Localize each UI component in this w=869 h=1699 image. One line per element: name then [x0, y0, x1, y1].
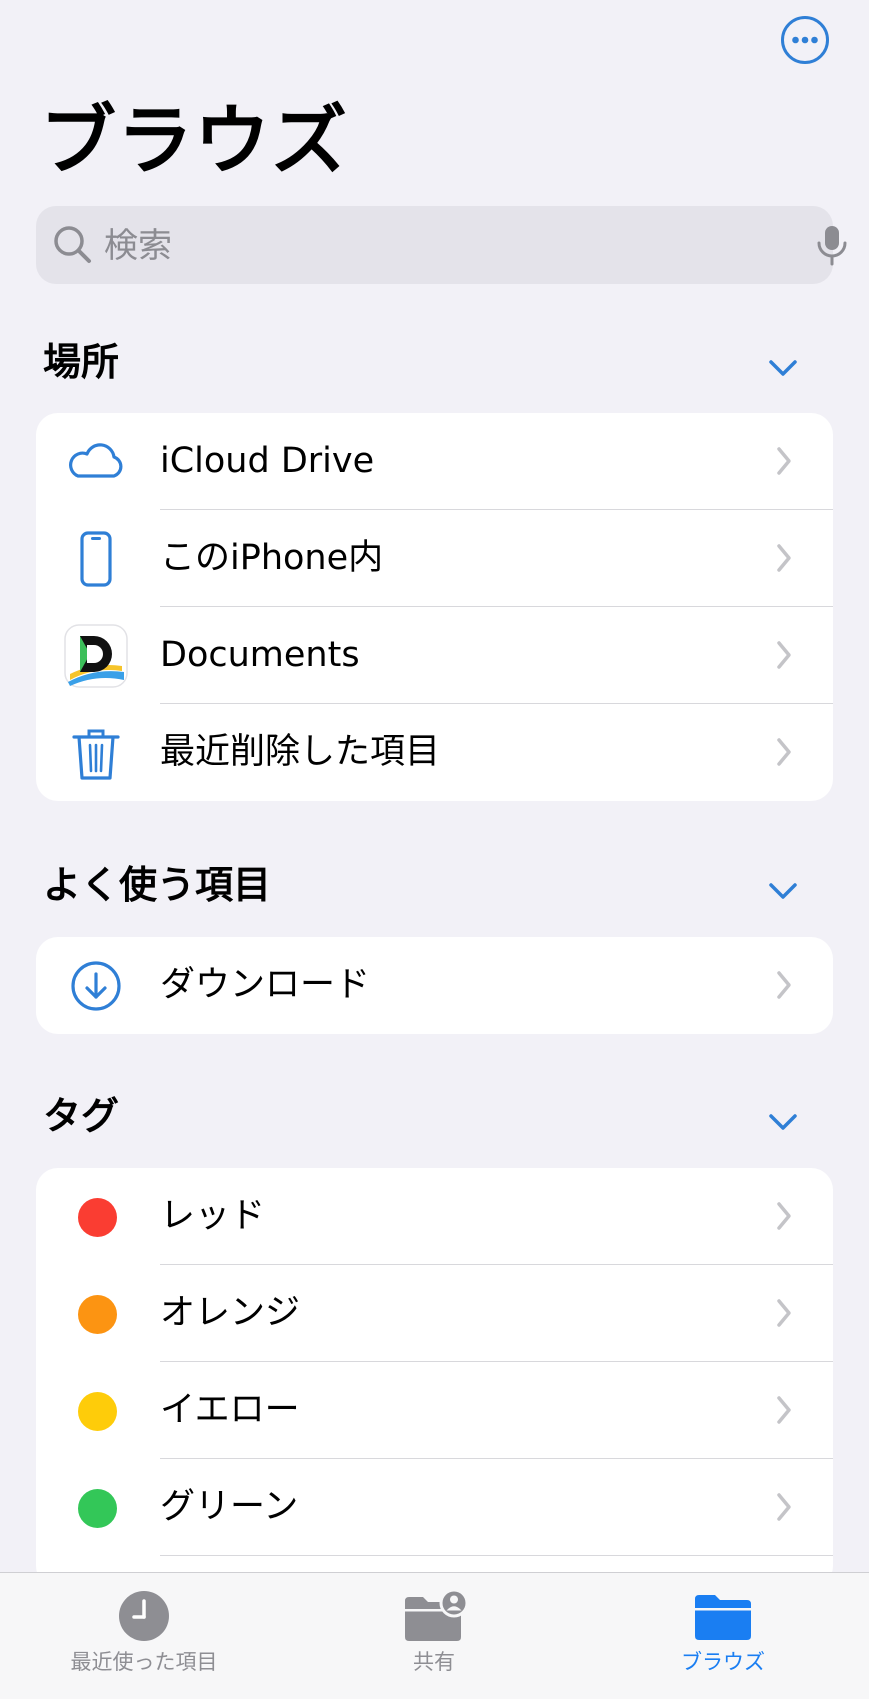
chevron-right-icon	[777, 1493, 791, 1521]
locations-collapse-chevron-down-icon[interactable]	[765, 354, 801, 382]
chevron-right-icon	[777, 447, 791, 475]
favorite-label: ダウンロード	[160, 965, 371, 1005]
page-title: ブラウズ	[40, 96, 348, 185]
location-item-on-my-iphone[interactable]: このiPhone内	[36, 510, 833, 607]
row-separator	[160, 1554, 833, 1556]
green-tag-dot-icon	[78, 1489, 117, 1528]
cloud-icon	[69, 443, 123, 478]
search-placeholder: 検索	[104, 226, 172, 266]
search-field[interactable]: 検索	[36, 206, 847, 284]
tab-recents[interactable]: 最近使った項目	[44, 1589, 244, 1689]
tag-label: オレンジ	[160, 1293, 301, 1333]
red-tag-dot-icon	[78, 1198, 117, 1237]
tag-item-orange[interactable]: オレンジ	[36, 1265, 833, 1362]
tag-label: グリーン	[160, 1487, 299, 1527]
microphone-icon[interactable]	[812, 224, 852, 268]
favorites-list: ダウンロード	[36, 937, 833, 1034]
favorites-section-title: よく使う項目	[43, 863, 272, 907]
chevron-right-icon	[777, 1299, 791, 1327]
location-label: Documents	[160, 635, 360, 675]
download-circle-icon	[71, 961, 121, 1011]
chevron-right-icon	[777, 641, 791, 669]
chevron-right-icon	[777, 738, 791, 766]
locations-section-title: 場所	[43, 340, 120, 384]
chevron-right-icon	[777, 1202, 791, 1230]
location-label: 最近削除した項目	[160, 732, 441, 772]
tag-item-yellow[interactable]: イエロー	[36, 1362, 833, 1459]
search-icon	[54, 226, 91, 263]
clock-icon	[119, 1591, 169, 1641]
tags-collapse-chevron-down-icon[interactable]	[765, 1108, 801, 1136]
location-item-icloud-drive[interactable]: iCloud Drive	[36, 413, 833, 510]
tab-shared[interactable]: 共有	[334, 1589, 534, 1689]
tab-bar: 最近使った項目 共有 ブラウズ	[0, 1572, 869, 1699]
yellow-tag-dot-icon	[78, 1392, 117, 1431]
favorites-collapse-chevron-down-icon[interactable]	[765, 877, 801, 905]
shared-folder-icon	[405, 1589, 469, 1641]
chevron-right-icon	[777, 1396, 791, 1424]
location-label: このiPhone内	[160, 538, 384, 578]
locations-list: iCloud Drive このiPhone内 Documents 最近削除した項…	[36, 413, 833, 801]
favorite-item-downloads[interactable]: ダウンロード	[36, 937, 833, 1034]
tag-item-red[interactable]: レッド	[36, 1168, 833, 1265]
trash-icon	[72, 729, 120, 780]
chevron-right-icon	[777, 971, 791, 999]
tab-label: 共有	[413, 1650, 455, 1674]
tags-section-title: タグ	[43, 1094, 120, 1138]
chevron-right-icon	[777, 544, 791, 572]
more-options-button[interactable]	[781, 16, 829, 64]
tab-label: 最近使った項目	[70, 1650, 218, 1674]
documents-app-icon	[64, 624, 128, 688]
location-item-documents[interactable]: Documents	[36, 607, 833, 704]
tab-browse[interactable]: ブラウズ	[623, 1589, 823, 1689]
tags-list: レッド オレンジ イエロー グリーン	[36, 1168, 833, 1588]
orange-tag-dot-icon	[78, 1295, 117, 1334]
tag-label: イエロー	[160, 1390, 300, 1430]
iphone-icon	[80, 531, 112, 587]
ellipsis-circle-icon	[792, 36, 818, 44]
tab-label: ブラウズ	[681, 1650, 765, 1674]
tag-item-green[interactable]: グリーン	[36, 1459, 833, 1556]
location-item-recently-deleted[interactable]: 最近削除した項目	[36, 704, 833, 801]
folder-icon	[695, 1595, 751, 1640]
location-label: iCloud Drive	[160, 441, 375, 481]
tag-label: レッド	[160, 1196, 266, 1236]
